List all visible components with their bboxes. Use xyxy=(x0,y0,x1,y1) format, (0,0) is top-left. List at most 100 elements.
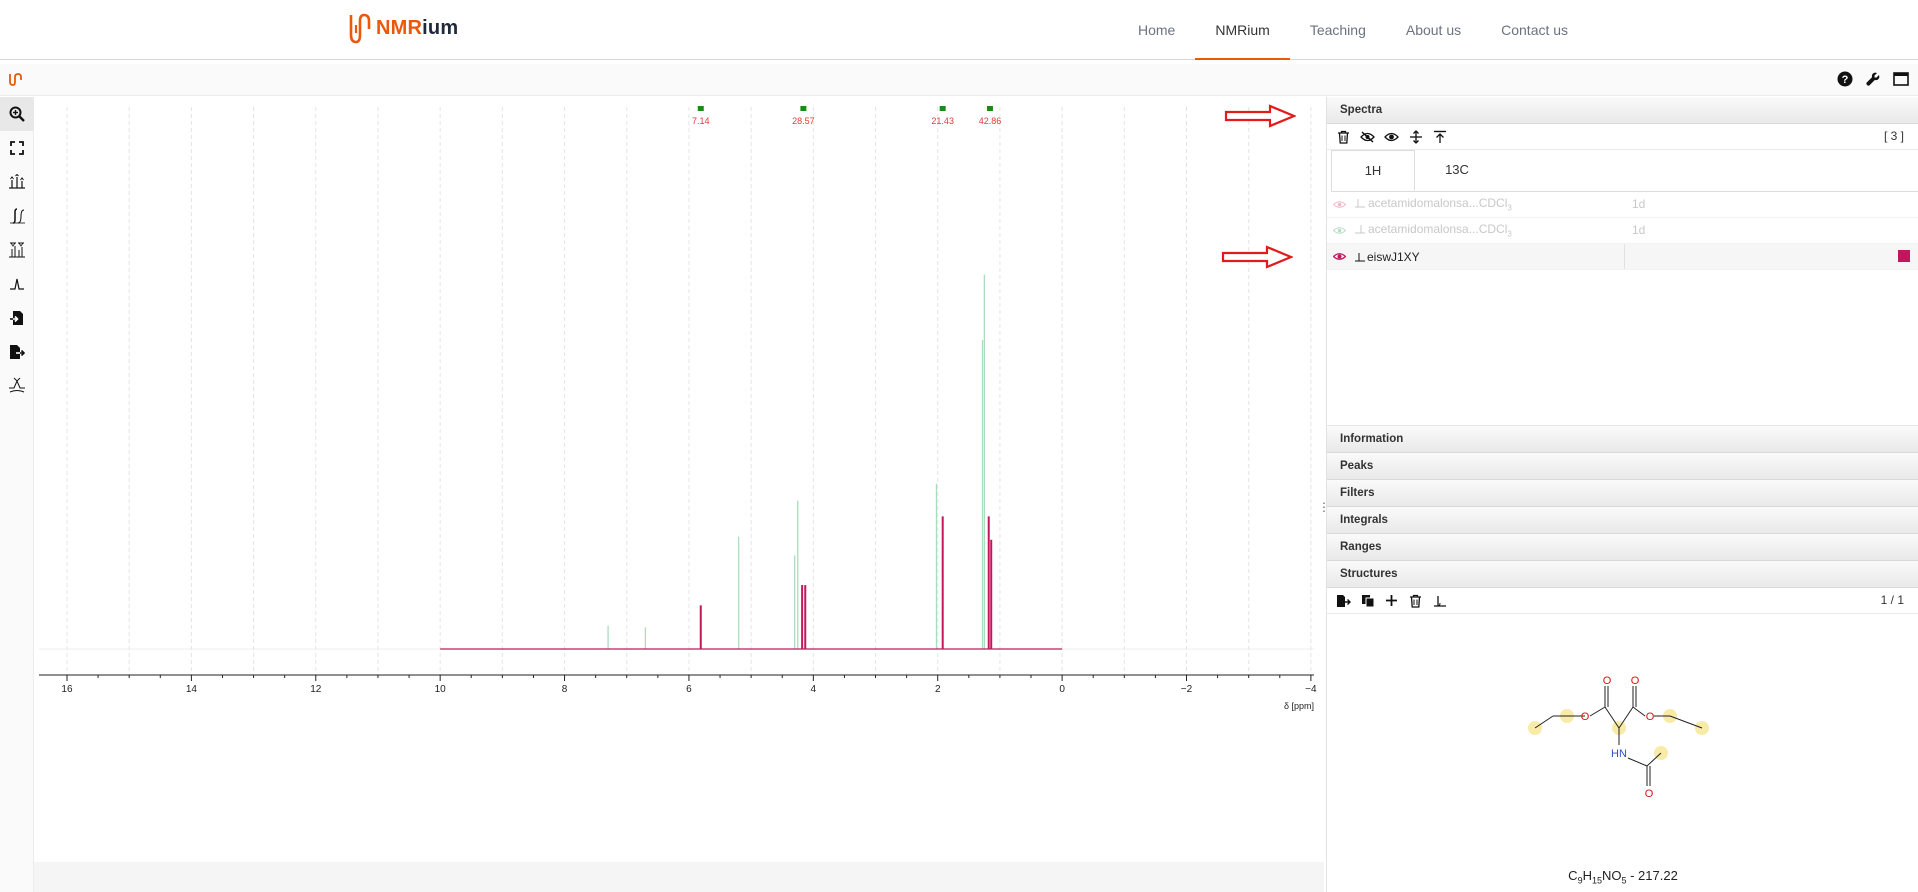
nav-about-us[interactable]: About us xyxy=(1386,0,1481,60)
predict-spectrum-button[interactable] xyxy=(1431,592,1448,609)
x-axis-unit-label: δ [ppm] xyxy=(1284,701,1314,711)
oxygen-label: O xyxy=(1646,711,1655,723)
spectrum-icon xyxy=(1433,595,1446,607)
import-button[interactable] xyxy=(0,301,34,335)
oxygen-label: O xyxy=(1645,788,1654,800)
export-button[interactable] xyxy=(0,335,34,369)
filters-section-header[interactable]: Filters xyxy=(1327,480,1918,507)
molecular-formula: C9H15NO5 - 217.22 xyxy=(1568,868,1678,886)
annotation-arrow xyxy=(1224,104,1296,128)
align-top-icon xyxy=(1433,130,1446,143)
tab-1h[interactable]: 1H xyxy=(1331,150,1415,191)
oxygen-label: O xyxy=(1631,675,1640,687)
nav-contact-us[interactable]: Contact us xyxy=(1481,0,1588,60)
zero-filling-button[interactable] xyxy=(0,267,34,301)
spectrum-row[interactable]: acetamidomalonsa...CDCl3 1d xyxy=(1327,192,1918,218)
visibility-eye-icon[interactable] xyxy=(1329,252,1349,261)
structure-viewer[interactable]: O O O O O HN C9H15NO5 - 217.22 xyxy=(1327,614,1918,886)
plus-icon xyxy=(1386,595,1397,606)
integral-value-label: 42.86 xyxy=(979,116,1002,126)
delete-structure-button[interactable] xyxy=(1407,592,1424,609)
nmrium-logo[interactable]: NMRium xyxy=(348,10,458,46)
visibility-eye-icon[interactable] xyxy=(1329,200,1349,209)
peak-picking-button[interactable] xyxy=(0,165,34,199)
spectrum-name: eiswJ1XY xyxy=(1355,250,1605,264)
oxygen-label: O xyxy=(1603,675,1612,687)
add-structure-button[interactable] xyxy=(1383,592,1400,609)
spectrum-dimension: 1d xyxy=(1632,197,1646,211)
oxygen-label: O xyxy=(1581,711,1590,723)
peaks-section-header[interactable]: Peaks xyxy=(1327,453,1918,480)
spectrum-name: acetamidomalonsa...CDCl3 xyxy=(1355,196,1605,213)
spectrum-1d-icon xyxy=(1355,252,1365,261)
x-axis-tick-label: 8 xyxy=(562,684,568,695)
integral-marker xyxy=(800,106,807,111)
full-zoom-out-button[interactable] xyxy=(0,131,34,165)
center-spectra-button[interactable] xyxy=(1407,128,1424,145)
delete-spectrum-button[interactable] xyxy=(1335,128,1352,145)
spectra-section-header[interactable]: Spectra xyxy=(1327,97,1918,124)
export-icon xyxy=(1337,594,1351,607)
information-section-header[interactable]: Information xyxy=(1327,426,1918,453)
baseline-correction-button[interactable] xyxy=(0,369,34,403)
nitrogen-label: HN xyxy=(1611,748,1627,760)
x-axis-tick-label: 4 xyxy=(811,684,817,695)
export-structure-button[interactable] xyxy=(1335,592,1352,609)
range-picking-button[interactable] xyxy=(0,233,34,267)
panel-splitter[interactable]: ⋮ xyxy=(1318,497,1330,517)
viewer-footer xyxy=(34,862,1324,892)
visibility-eye-icon[interactable] xyxy=(1329,226,1349,235)
spectrum-1d-icon xyxy=(1355,199,1365,208)
spectrum-viewer[interactable]: 7.14 28.57 21.43 42.86 16 14 12 10 8 6 4 2 0 −2 −4 δ [p… xyxy=(34,97,1324,892)
eye-slash-icon xyxy=(1360,130,1375,143)
x-axis-tick-label: 2 xyxy=(935,684,941,695)
integral-marker xyxy=(697,106,704,111)
structures-section-header[interactable]: Structures xyxy=(1327,561,1918,588)
hide-all-button[interactable] xyxy=(1359,128,1376,145)
spectrum-1d-icon xyxy=(1355,225,1365,234)
nav-nmrium[interactable]: NMRium xyxy=(1195,0,1290,60)
zoom-tool-button[interactable] xyxy=(0,97,34,131)
wrench-icon[interactable] xyxy=(1864,70,1882,88)
spectra-toolbar: [ 3 ] xyxy=(1327,124,1918,150)
right-panel: Spectra [ 3 ] 1H 13C acetamidomalonsa...… xyxy=(1326,97,1918,892)
molecule-drawing[interactable]: O O O O O HN xyxy=(1327,614,1918,864)
range-picking-icon xyxy=(9,242,25,258)
help-icon[interactable]: ? xyxy=(1836,70,1854,88)
align-top-button[interactable] xyxy=(1431,128,1448,145)
spectrum-plot[interactable]: 7.14 28.57 21.43 42.86 16 14 12 10 8 6 4 2 0 −2 −4 δ [p… xyxy=(34,97,1324,862)
fullscreen-icon[interactable] xyxy=(1892,70,1910,88)
trash-icon xyxy=(1410,594,1421,608)
integral-value-label: 28.57 xyxy=(792,116,815,126)
spectrum-color-swatch[interactable] xyxy=(1898,250,1910,262)
export-icon xyxy=(10,345,25,359)
nmrium-logo-icon xyxy=(349,13,371,44)
nav-links: Home NMRium Teaching About us Contact us xyxy=(1118,0,1588,60)
copy-icon xyxy=(1361,594,1374,607)
integral-button[interactable] xyxy=(0,199,34,233)
integral-value-label: 21.43 xyxy=(931,116,954,126)
integral-marker xyxy=(986,106,993,111)
x-axis-tick-label: 10 xyxy=(435,684,447,695)
spectra-list: acetamidomalonsa...CDCl3 1d acetamidomal… xyxy=(1327,192,1918,426)
x-axis-tick-label: −4 xyxy=(1305,684,1317,695)
zero-filling-icon xyxy=(10,278,24,290)
integrals-section-header[interactable]: Integrals xyxy=(1327,507,1918,534)
copy-structure-button[interactable] xyxy=(1359,592,1376,609)
show-all-button[interactable] xyxy=(1383,128,1400,145)
x-axis-tick-label: 12 xyxy=(310,684,322,695)
spectrum-name: acetamidomalonsa...CDCl3 xyxy=(1355,222,1605,239)
nav-home[interactable]: Home xyxy=(1118,0,1195,60)
ranges-section-header[interactable]: Ranges xyxy=(1327,534,1918,561)
svg-text:?: ? xyxy=(1842,74,1849,86)
tab-13c[interactable]: 13C xyxy=(1415,150,1499,190)
app-logo-icon[interactable] xyxy=(8,71,24,92)
spectrum-row-selected[interactable]: eiswJ1XY xyxy=(1327,244,1918,270)
integral-value-label: 7.14 xyxy=(692,116,710,126)
spectrum-row[interactable]: acetamidomalonsa...CDCl3 1d xyxy=(1327,218,1918,244)
nucleus-tabs: 1H 13C xyxy=(1331,150,1918,192)
structure-count: 1 / 1 xyxy=(1880,593,1904,607)
nav-teaching[interactable]: Teaching xyxy=(1290,0,1386,60)
structures-toolbar: 1 / 1 xyxy=(1327,588,1918,614)
vertical-align-icon xyxy=(1409,129,1422,144)
